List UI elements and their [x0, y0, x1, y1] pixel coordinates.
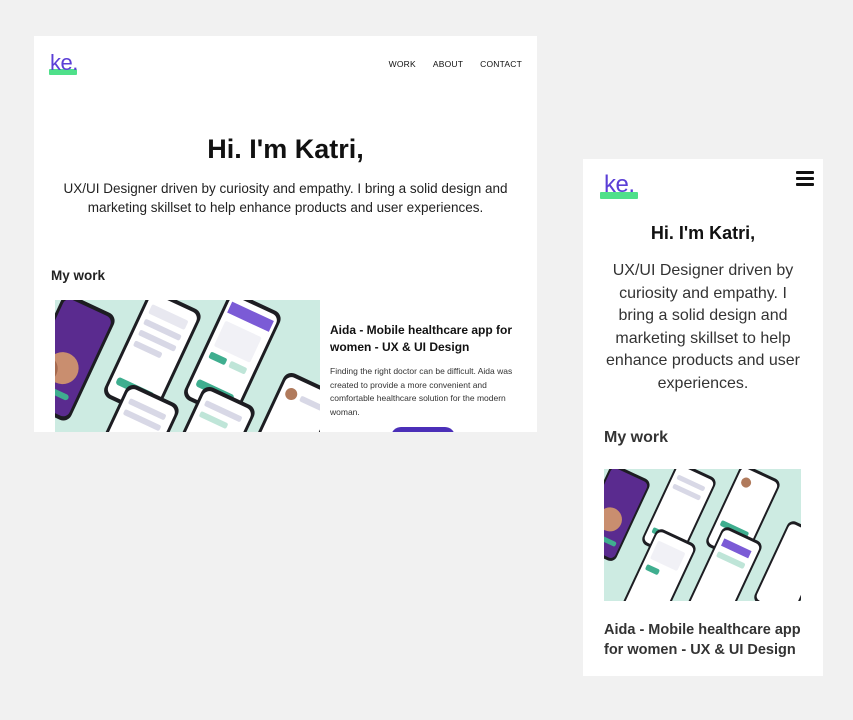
project-image[interactable]: [604, 469, 801, 601]
project-title[interactable]: Aida - Mobile healthcare app for women -…: [330, 322, 525, 356]
hero-title: Hi. I'm Katri,: [650, 223, 756, 243]
my-work-heading: My work: [51, 268, 106, 283]
hero-subtitle: UX/UI Designer driven by curiosity and e…: [63, 181, 508, 215]
hamburger-icon[interactable]: [796, 170, 814, 187]
mobile-preview: ke. Hi. I'm Katri, UX/UI Designer driven…: [583, 159, 823, 676]
logo[interactable]: ke.: [600, 173, 638, 199]
project-title[interactable]: Aida - Mobile healthcare app for women -…: [604, 620, 804, 660]
nav-work-link[interactable]: WORK: [389, 59, 416, 69]
project-view-button[interactable]: [391, 427, 455, 432]
nav-about-link[interactable]: ABOUT: [433, 59, 463, 69]
nav-contact-link[interactable]: CONTACT: [480, 59, 522, 69]
hero-title: Hi. I'm Katri,: [207, 134, 364, 164]
project-description: Finding the right doctor can be difficul…: [330, 366, 513, 417]
project-image[interactable]: [55, 300, 320, 432]
logo[interactable]: ke.: [49, 52, 78, 75]
hero-subtitle: UX/UI Designer driven by curiosity and e…: [606, 262, 800, 392]
desktop-preview: ke. WORK ABOUT CONTACT Hi. I'm Katri, UX…: [34, 36, 537, 432]
main-nav: WORK ABOUT CONTACT: [389, 59, 522, 69]
my-work-heading: My work: [604, 429, 669, 446]
